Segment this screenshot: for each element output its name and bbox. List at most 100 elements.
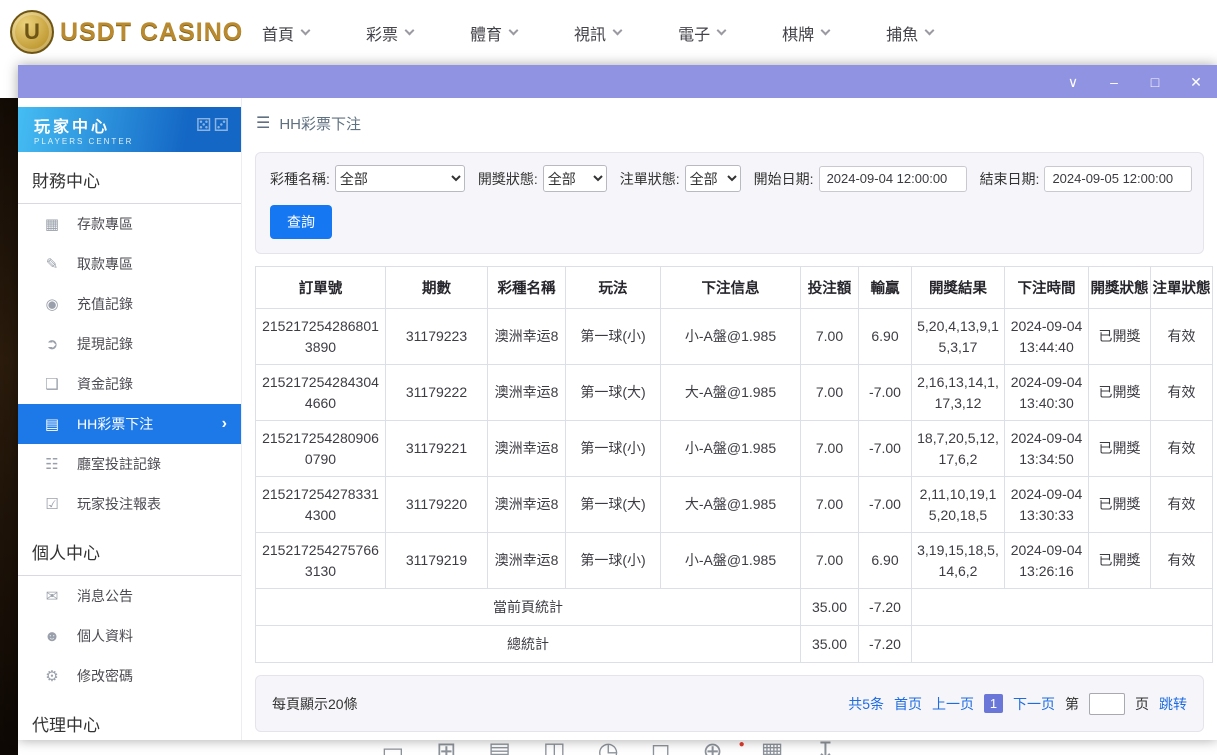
column-header: 訂單號 bbox=[256, 267, 386, 309]
sidebar-item[interactable]: ☷ 廳室投註記錄 bbox=[18, 444, 241, 484]
sidebar-item[interactable]: ❑ 資金記錄 bbox=[18, 364, 241, 404]
cell-bet-info: 小-A盤@1.985 bbox=[661, 533, 801, 589]
sidebar-item[interactable]: ☑ 玩家投注報表 bbox=[18, 484, 241, 524]
summary-row: 總統計 35.00 -7.20 bbox=[256, 626, 1213, 663]
cell-win-loss: -7.00 bbox=[859, 421, 912, 477]
cell-draw-result: 2,16,13,14,1,17,3,12 bbox=[912, 365, 1005, 421]
cell-order-number: 2152172542843044660 bbox=[256, 365, 386, 421]
draw-status-label: 開獎狀態: bbox=[478, 169, 538, 189]
cell-bet-time: 2024-09-04 13:44:40 bbox=[1005, 309, 1089, 365]
start-date-input[interactable] bbox=[819, 166, 967, 192]
nav-item[interactable]: 電子 bbox=[678, 21, 725, 45]
sidebar-item[interactable]: ◉ 充值記錄 bbox=[18, 284, 241, 324]
order-status-select[interactable]: 全部 bbox=[685, 165, 741, 192]
grid-icon[interactable]: ▦ bbox=[761, 738, 784, 755]
cell-bet-amount: 7.00 bbox=[801, 421, 859, 477]
cell-bet-time: 2024-09-04 13:34:50 bbox=[1005, 421, 1089, 477]
sidebar-item[interactable]: ✎ 取款專區 bbox=[18, 244, 241, 284]
sidebar-item[interactable]: ✉ 消息公告 bbox=[18, 576, 241, 616]
window-minimize-icon[interactable]: – bbox=[1107, 75, 1121, 89]
nav-item[interactable]: 棋牌 bbox=[782, 21, 829, 45]
summary-empty-cell bbox=[912, 589, 1213, 626]
players-center-banner: 玩家中心 PLAYERS CENTER ⚄⚂ bbox=[18, 107, 241, 152]
jump-suffix-label: 页 bbox=[1135, 694, 1149, 714]
next-page-link[interactable]: 下一页 bbox=[1013, 694, 1055, 714]
cell-win-loss: -7.00 bbox=[859, 365, 912, 421]
cell-lottery-name: 澳洲幸运8 bbox=[488, 477, 566, 533]
cell-order-status: 有效 bbox=[1151, 309, 1213, 365]
clock-icon[interactable]: ◷ bbox=[598, 738, 619, 755]
table-row: 2152172542757663130 31179219 澳洲幸运8 第一球(小… bbox=[256, 533, 1213, 589]
jump-button[interactable]: 跳转 bbox=[1159, 694, 1187, 714]
chevron-down-icon bbox=[405, 26, 415, 36]
players-center-subtitle: PLAYERS CENTER bbox=[34, 137, 241, 146]
sidebar-section-finance: 財務中心 bbox=[18, 152, 241, 204]
end-date-input[interactable] bbox=[1044, 166, 1192, 192]
column-header: 彩種名稱 bbox=[488, 267, 566, 309]
calendar-icon[interactable]: ⊞ bbox=[436, 738, 456, 755]
cell-bet-time: 2024-09-04 13:26:16 bbox=[1005, 533, 1089, 589]
column-header: 期數 bbox=[386, 267, 488, 309]
current-page-indicator[interactable]: 1 bbox=[984, 694, 1003, 713]
cell-win-loss: 6.90 bbox=[859, 533, 912, 589]
lottery-name-select[interactable]: 全部 bbox=[335, 165, 465, 192]
change-password-gear-icon: ⚙ bbox=[42, 667, 62, 685]
bet-report-icon: ☑ bbox=[42, 495, 62, 513]
sidebar-item[interactable]: ➲ 提現記錄 bbox=[18, 324, 241, 364]
search-button[interactable]: 查詢 bbox=[270, 205, 332, 239]
table-row: 2152172542809060790 31179221 澳洲幸运8 第一球(小… bbox=[256, 421, 1213, 477]
cell-play-type: 第一球(大) bbox=[566, 477, 661, 533]
table-row: 2152172542868013890 31179223 澳洲幸运8 第一球(小… bbox=[256, 309, 1213, 365]
prev-page-link[interactable]: 上一页 bbox=[932, 694, 974, 714]
cell-bet-info: 大-A盤@1.985 bbox=[661, 477, 801, 533]
sidebar-item[interactable]: ▦ 存款專區 bbox=[18, 204, 241, 244]
nav-item[interactable]: 捕魚 bbox=[886, 21, 933, 45]
nav-item[interactable]: 視訊 bbox=[574, 21, 621, 45]
nav-item[interactable]: 體育 bbox=[470, 21, 517, 45]
cell-order-number: 2152172542809060790 bbox=[256, 421, 386, 477]
summary-row: 當前頁統計 35.00 -7.20 bbox=[256, 589, 1213, 626]
player-center-window: ∨ – □ ✕ 玩家中心 PLAYERS CENTER ⚄⚂ 財務中心 ▦ 存款… bbox=[18, 65, 1217, 740]
window-titlebar: ∨ – □ ✕ bbox=[18, 65, 1217, 98]
cell-win-loss: 6.90 bbox=[859, 309, 912, 365]
window-maximize-icon[interactable]: □ bbox=[1148, 75, 1162, 89]
window-close-icon[interactable]: ✕ bbox=[1189, 75, 1203, 89]
wallet-icon[interactable]: ▤ bbox=[488, 738, 511, 755]
jump-prefix-label: 第 bbox=[1065, 694, 1079, 714]
summary-bet-total: 35.00 bbox=[801, 589, 859, 626]
window-collapse-icon[interactable]: ∨ bbox=[1066, 75, 1080, 89]
cell-bet-time: 2024-09-04 13:30:33 bbox=[1005, 477, 1089, 533]
nav-item[interactable]: 彩票 bbox=[366, 21, 413, 45]
cell-period: 31179221 bbox=[386, 421, 488, 477]
menu-toggle-icon[interactable]: ☰ bbox=[256, 113, 270, 133]
content-area: 彩種名稱: 全部 開獎狀態: 全部 注單狀態: bbox=[242, 148, 1217, 732]
summary-winloss-total: -7.20 bbox=[859, 589, 912, 626]
cell-bet-amount: 7.00 bbox=[801, 309, 859, 365]
cell-play-type: 第一球(大) bbox=[566, 365, 661, 421]
nav-item[interactable]: 首頁 bbox=[262, 21, 309, 45]
draw-status-select[interactable]: 全部 bbox=[543, 165, 607, 192]
cell-lottery-name: 澳洲幸运8 bbox=[488, 533, 566, 589]
sidebar-section-personal: 個人中心 bbox=[18, 524, 241, 576]
page-jump-input[interactable] bbox=[1089, 693, 1125, 715]
monitor-icon[interactable]: ▭ bbox=[382, 738, 405, 755]
notification-dot-icon[interactable]: ● bbox=[739, 738, 745, 752]
circle-icon[interactable]: ◻ bbox=[651, 738, 671, 755]
first-page-link[interactable]: 首页 bbox=[894, 694, 922, 714]
coin-logo-icon: U bbox=[10, 10, 54, 54]
hall-bet-record-icon: ☷ bbox=[42, 455, 62, 473]
column-header: 開獎結果 bbox=[912, 267, 1005, 309]
download-icon[interactable]: ↧ bbox=[815, 738, 835, 755]
card-icon[interactable]: ◫ bbox=[543, 738, 566, 755]
sidebar-item[interactable]: ⚙ 修改密碼 bbox=[18, 656, 241, 696]
chevron-down-icon bbox=[613, 26, 623, 36]
chevron-down-icon bbox=[301, 26, 311, 36]
plus-circle-icon[interactable]: ⊕ bbox=[703, 738, 723, 755]
cell-order-number: 2152172542868013890 bbox=[256, 309, 386, 365]
site-logo[interactable]: U USDT CASINO bbox=[10, 10, 243, 54]
main-panel: ☰ HH彩票下注 彩種名稱: 全部 開獎狀態: bbox=[242, 98, 1217, 740]
sidebar-item[interactable]: ☻ 個人資料 bbox=[18, 616, 241, 656]
window-body: 玩家中心 PLAYERS CENTER ⚄⚂ 財務中心 ▦ 存款專區 ✎ 取款專… bbox=[18, 98, 1217, 740]
footer-icon-row: ▭ ⊞ ▤ ◫ ◷ ◻ ⊕ ● ▦ ↧ bbox=[0, 738, 1217, 755]
sidebar-item[interactable]: ▤ HH彩票下注 › bbox=[18, 404, 241, 444]
